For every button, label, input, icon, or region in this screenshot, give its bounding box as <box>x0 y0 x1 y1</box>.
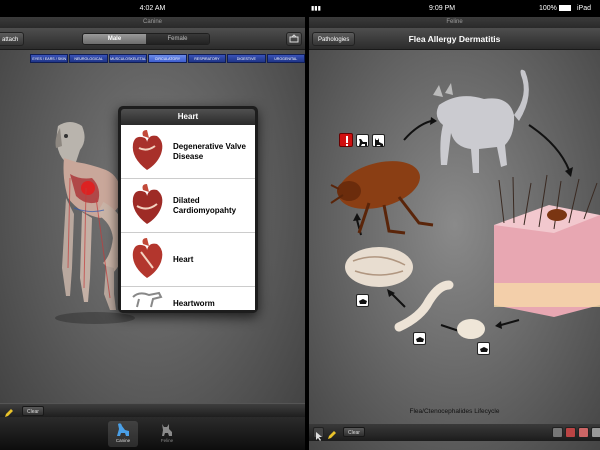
egg-illustration <box>457 319 485 339</box>
pointer-tool[interactable] <box>313 427 324 441</box>
canine-screen: 4:02 AM Canine attach Male Female EYES /… <box>0 0 305 450</box>
status-bar: 4:02 AM <box>0 0 305 17</box>
tab-eyes-ears-skin[interactable]: EYES / EARS / SKIN <box>30 54 69 63</box>
screen-subtitle: Feline <box>309 17 600 28</box>
list-item[interactable]: Heart <box>121 233 255 287</box>
list-item-label: Heartworm <box>173 299 215 308</box>
feline-screen: 9:09 PM ▮▮▮ 100% iPad Feline Pathologies… <box>309 0 600 450</box>
drawing-toolbar: Clear <box>309 424 600 441</box>
share-icon <box>289 34 299 43</box>
heart-icon <box>132 129 163 170</box>
status-time: 9:09 PM <box>429 5 456 12</box>
skin-cross-section <box>494 174 600 317</box>
popover-title: Heart <box>121 109 255 125</box>
gender-option-female[interactable]: Female <box>146 34 209 44</box>
battery-icon <box>559 5 571 11</box>
tab-urogenital[interactable]: UROGENITAL <box>266 54 305 63</box>
pencil-tool[interactable] <box>4 405 15 417</box>
pupa-cocoon <box>345 247 413 287</box>
clear-button[interactable]: Clear <box>22 406 44 416</box>
back-button[interactable]: attach <box>0 32 25 46</box>
stage-badge-egg[interactable] <box>477 342 490 355</box>
heart-popover: Heart Degenerative Valve Disease Dilated… <box>118 106 258 313</box>
list-item-label: Heart <box>173 254 194 264</box>
tab-feline-label: Feline <box>160 438 174 443</box>
list-item[interactable]: Degenerative Valve Disease <box>121 125 255 179</box>
pathology-list: Degenerative Valve Disease Dilated Cardi… <box>121 125 255 310</box>
larva-illustration <box>394 280 454 332</box>
status-time: 4:02 AM <box>139 5 166 12</box>
flea-illustration <box>330 161 434 235</box>
list-item[interactable]: Dilated Cardiomyopahty <box>121 179 255 233</box>
species-tab-bar: Canine Feline <box>0 417 305 450</box>
heartworm-dog-icon <box>132 291 163 308</box>
cat-illustration <box>433 69 529 173</box>
list-item[interactable]: Heartworm <box>121 287 255 310</box>
body-system-tabs: EYES / EARS / SKIN NEUROLOGICAL MUSCULOS… <box>30 54 305 63</box>
heart-icon <box>132 237 163 278</box>
tab-digestive[interactable]: DIGESTIVE <box>227 54 266 63</box>
stage-badge-larva[interactable] <box>413 332 426 345</box>
pointer-icon <box>316 432 322 441</box>
page-title: Flea Allergy Dermatitis <box>408 34 501 44</box>
layer-tool-2[interactable] <box>565 427 576 438</box>
dog-badge[interactable] <box>356 134 369 147</box>
diagram-caption: Flea/Ctenocephalides Lifecycle <box>409 408 500 415</box>
tab-canine-label: Canine <box>115 438 131 443</box>
gender-option-male[interactable]: Male <box>83 34 146 44</box>
tab-neurological[interactable]: NEUROLOGICAL <box>69 54 108 63</box>
dog-icon <box>359 139 367 146</box>
layer-tool-1[interactable] <box>552 427 563 438</box>
navigation-bar: attach Male Female <box>0 28 305 50</box>
flea-lifecycle-diagram <box>330 69 600 339</box>
tab-musculoskeletal[interactable]: MUSCULOSKELETAL <box>108 54 148 63</box>
status-battery: 100% <box>539 5 557 12</box>
heart-icon <box>132 183 163 224</box>
screen-subtitle: Canine <box>0 17 305 28</box>
status-device: iPad <box>577 5 592 12</box>
signal-icon: ▮▮▮ <box>311 6 321 12</box>
layer-tool-3[interactable] <box>578 427 589 438</box>
list-item-label: Dilated Cardiomyopahty <box>173 195 237 215</box>
stage-badge-pupa[interactable] <box>356 294 369 307</box>
pencil-tool[interactable] <box>327 427 338 439</box>
tab-feline[interactable]: Feline <box>152 421 182 447</box>
tab-circulatory[interactable]: CIRCULATORY <box>148 54 187 63</box>
paw-icon <box>480 347 488 352</box>
cat-icon <box>162 424 172 436</box>
cat-badge[interactable] <box>372 134 385 147</box>
paw-icon <box>416 337 424 342</box>
status-bar: 9:09 PM ▮▮▮ 100% iPad <box>309 0 600 17</box>
list-item-label: Degenerative Valve Disease <box>173 141 246 161</box>
layer-tool-4[interactable] <box>591 427 600 438</box>
tab-respiratory[interactable]: RESPIRATORY <box>187 54 227 63</box>
tab-canine[interactable]: Canine <box>108 421 138 447</box>
clear-button[interactable]: Clear <box>343 427 365 437</box>
navigation-bar: Pathologies Flea Allergy Dermatitis <box>309 28 600 50</box>
pencil-icon <box>328 431 336 439</box>
dog-icon <box>117 423 129 436</box>
exclamation-icon <box>346 136 348 146</box>
gender-segmented-control: Male Female <box>82 33 210 45</box>
share-button[interactable] <box>286 32 302 46</box>
cat-icon <box>375 138 383 147</box>
drawing-toolbar: Clear <box>0 403 305 417</box>
warning-badge[interactable] <box>339 133 353 147</box>
paw-icon <box>359 299 367 304</box>
